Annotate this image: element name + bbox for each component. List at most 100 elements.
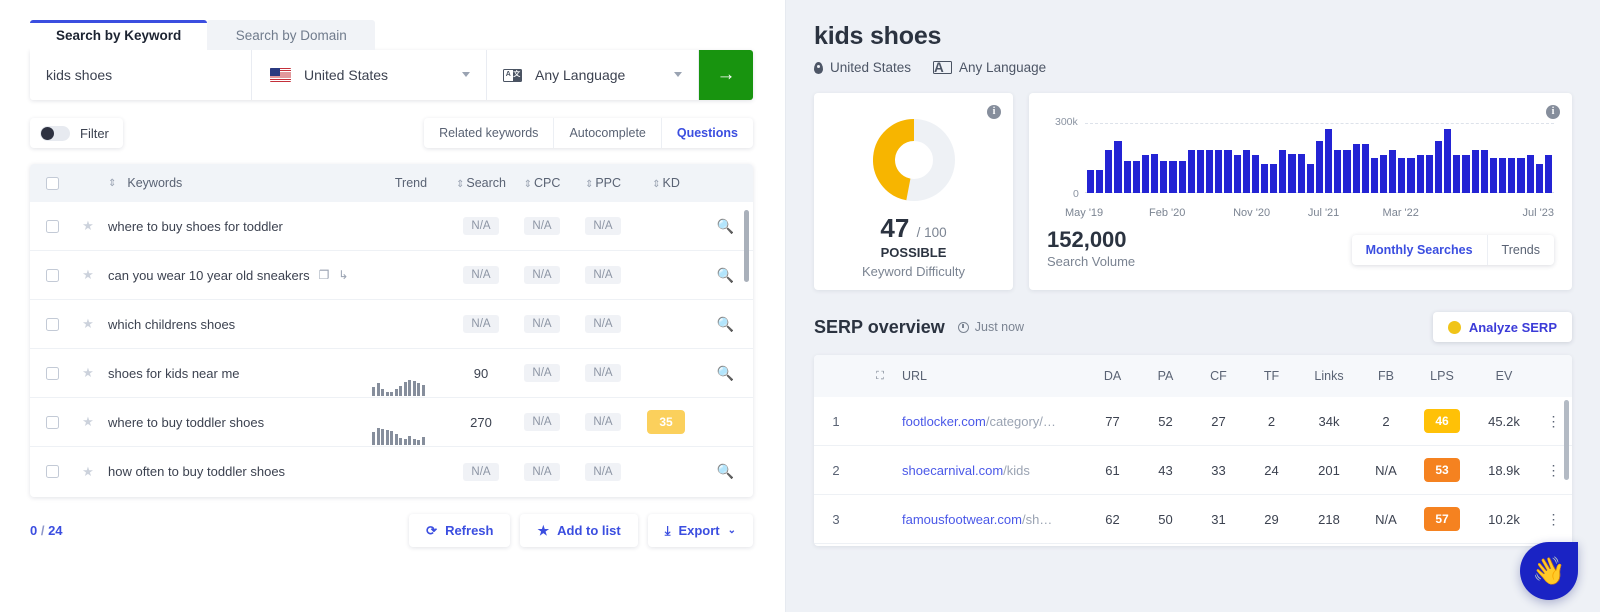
table-row[interactable]: ★ can you wear 10 year old sneakers ❐ ↳ N/A N… [30, 251, 753, 300]
tab-questions[interactable]: Questions [662, 118, 753, 148]
chart-bar [1499, 158, 1507, 193]
select-all-checkbox[interactable] [45, 176, 59, 190]
ppc-value: N/A [585, 413, 621, 431]
favorite-star-icon[interactable]: ★ [74, 365, 102, 381]
language-icon: A文 [933, 61, 953, 74]
search-value: 90 [473, 365, 489, 381]
tab-trends[interactable]: Trends [1488, 235, 1554, 265]
favorite-star-icon[interactable]: ★ [74, 414, 102, 430]
chart-bar [1233, 154, 1241, 193]
favorite-star-icon[interactable]: ★ [74, 316, 102, 332]
chevron-down-icon [674, 72, 682, 77]
serp-url-link[interactable]: footlocker.com/category/… [902, 414, 1056, 429]
tab-search-by-keyword[interactable]: Search by Keyword [30, 20, 208, 50]
chart-bar [1279, 150, 1287, 193]
country-select[interactable]: United States [252, 50, 487, 100]
row-checkbox[interactable] [45, 219, 59, 233]
serp-url-path: /category/… [985, 413, 1056, 429]
chart-bar [1398, 158, 1406, 193]
column-lps: LPS [1430, 369, 1454, 383]
row-checkbox[interactable] [45, 317, 59, 331]
serp-table-scrollbar[interactable] [1564, 400, 1569, 480]
favorite-star-icon[interactable]: ★ [74, 267, 102, 283]
table-row[interactable]: ★ where to buy toddler shoes 270 N/A N/A 35 [30, 398, 753, 447]
ppc-cell: N/A [572, 217, 634, 235]
expand-icon[interactable]: ⛶ [858, 370, 902, 383]
table-row[interactable]: ★ which childrens shoes N/A N/A N/A 🔍 [30, 300, 753, 349]
kd-badge: 35 [647, 410, 685, 434]
serp-search-icon[interactable]: 🔍 [717, 218, 734, 234]
kd-rating: POSSIBLE [880, 245, 947, 260]
column-cpc[interactable]: ⇕ CPC [512, 176, 572, 190]
chart-bar [1489, 158, 1498, 193]
search-cell: N/A [450, 315, 512, 333]
table-row[interactable]: ★ where to buy shoes for toddler N/A N/A N/A… [30, 202, 753, 251]
copy-icon[interactable]: ❐ [319, 268, 330, 282]
tab-related-keywords[interactable]: Related keywords [424, 118, 555, 148]
row-select-cell [30, 317, 74, 331]
table-row[interactable]: ★ shoes for kids near me 90 N/A N/A 🔍 [30, 349, 753, 398]
column-search[interactable]: ⇕ Search [450, 176, 512, 190]
serp-search-icon[interactable]: 🔍 [717, 267, 734, 283]
keyword-explorer-panel: Search by Keyword Search by Domain Unite… [0, 0, 786, 612]
row-checkbox[interactable] [45, 465, 59, 478]
trend-cell [372, 447, 450, 496]
chat-widget-button[interactable]: 👋 [1520, 542, 1578, 600]
search-volume-summary: 152,000 Search Volume Monthly Searches T… [1047, 227, 1554, 269]
x-axis-tick: Jul '21 [1307, 207, 1340, 219]
keyword-text: shoes for kids near me [108, 365, 240, 381]
tab-autocomplete[interactable]: Autocomplete [554, 118, 662, 148]
info-icon[interactable]: i [987, 105, 1001, 119]
chart-bar [1471, 150, 1479, 193]
search-value: N/A [463, 217, 499, 235]
chart-x-axis: May '19 Feb '20 Nov '20 Jul '21 Mar '22 Jul '… [1065, 207, 1554, 223]
column-keywords[interactable]: ⇕ Keywords [102, 176, 372, 190]
keyword-input[interactable] [30, 50, 252, 100]
search-submit-button[interactable]: → [699, 50, 753, 100]
row-checkbox[interactable] [45, 268, 59, 282]
arrow-branch-icon[interactable]: ↳ [338, 268, 348, 282]
filter-toggle-button[interactable]: Filter [30, 118, 123, 148]
serp-row[interactable]: 1 footlocker.com/category/… 77 52 27 2 34k 2 46 4… [814, 397, 1572, 446]
serp-search-icon[interactable]: 🔍 [717, 316, 734, 332]
favorite-star-icon[interactable]: ★ [74, 464, 102, 480]
serp-title: SERP overview [814, 316, 945, 337]
table-row[interactable]: ★ how often to buy toddler shoes N/A N/A N/A… [30, 447, 753, 496]
favorite-star-icon[interactable]: ★ [74, 218, 102, 234]
language-select[interactable]: A文 Any Language [487, 50, 699, 100]
kd-score-value: 47 [880, 213, 910, 243]
analyze-serp-button[interactable]: Analyze SERP [1432, 312, 1572, 342]
chart-bar [1224, 150, 1232, 193]
serp-search-icon[interactable]: 🔍 [717, 463, 734, 479]
serp-search-icon[interactable]: 🔍 [717, 365, 734, 381]
chart-bar [1178, 160, 1186, 193]
keywords-table-scrollbar[interactable] [744, 210, 749, 282]
serp-tf: 24 [1264, 462, 1279, 478]
serp-da: 77 [1105, 413, 1120, 429]
serp-url-link[interactable]: famousfootwear.com/sh… [902, 512, 1052, 527]
tab-monthly-searches[interactable]: Monthly Searches [1352, 235, 1488, 265]
column-kd[interactable]: ⇕ KD [634, 176, 698, 190]
serp-url-link[interactable]: shoecarnival.com/kids [902, 463, 1030, 478]
lps-badge: 53 [1424, 458, 1460, 482]
sort-icon: ⇕ [523, 179, 532, 190]
row-checkbox[interactable] [45, 415, 59, 429]
keyword-text: can you wear 10 year old sneakers [108, 267, 310, 283]
column-ppc[interactable]: ⇕ PPC [572, 176, 634, 190]
chart-bar [1096, 169, 1104, 193]
row-checkbox[interactable] [45, 366, 59, 380]
keyword-text: which childrens shoes [108, 316, 236, 332]
serp-row[interactable]: 2 shoecarnival.com/kids 61 43 33 24 201 N/A 53 18… [814, 446, 1572, 495]
tab-search-by-domain[interactable]: Search by Domain [207, 20, 376, 50]
filter-switch[interactable] [40, 125, 70, 141]
export-button[interactable]: ⤓ Export ⌄ [647, 514, 753, 547]
ppc-value: N/A [585, 462, 621, 481]
table-controls: Filter Related keywords Autocomplete Que… [30, 118, 753, 148]
add-to-list-button[interactable]: ★ Add to list [520, 514, 638, 547]
search-cell: N/A [450, 217, 512, 235]
serp-rank: 2 [832, 462, 840, 478]
refresh-button[interactable]: ⟳ Refresh [409, 514, 511, 547]
serp-row[interactable]: 3 famousfootwear.com/sh… 62 50 31 29 218 N/A 57 1… [814, 495, 1572, 544]
serp-url-cell: footlocker.com/category/… [902, 414, 1086, 429]
serp-row-menu-icon[interactable]: ⋮ [1536, 511, 1572, 528]
